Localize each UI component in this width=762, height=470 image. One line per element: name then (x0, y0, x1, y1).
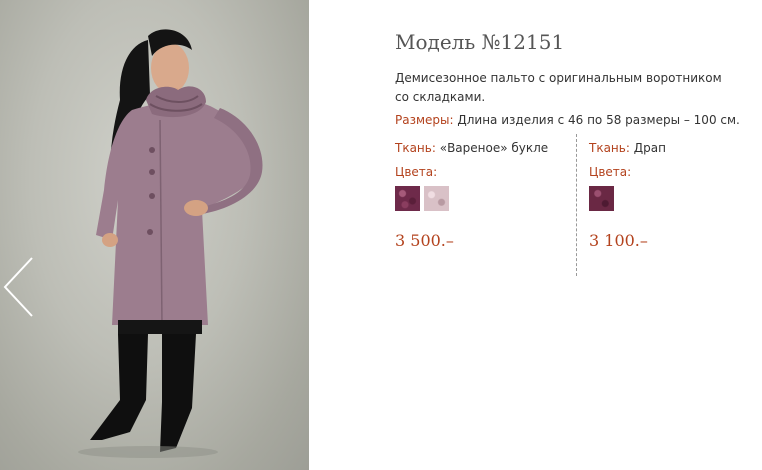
fabric-value: «Вареное» букле (435, 141, 549, 155)
fabric-line: Ткань: Драп (589, 141, 762, 155)
swatch-dark-plum[interactable] (395, 186, 420, 211)
previous-arrow-icon[interactable] (2, 256, 34, 318)
variant-boucle: Ткань: «Вареное» букле Цвета: 3 500.– (395, 141, 575, 250)
sizes-value: Длина изделия с 46 по 58 размеры – 100 с… (453, 113, 740, 127)
model-illustration (78, 29, 263, 458)
variant-divider (576, 134, 577, 276)
product-description: Демисезонное пальто с оригинальным ворот… (395, 71, 722, 104)
variant-drap: Ткань: Драп Цвета: 3 100.– (589, 141, 762, 250)
product-title: Модель №12151 (395, 30, 565, 54)
colors-label: Цвета: (589, 165, 632, 179)
colors-label: Цвета: (395, 165, 438, 179)
fabric-label: Ткань: (395, 141, 436, 155)
color-swatches (589, 186, 614, 211)
sizes-label: Размеры: (395, 113, 454, 127)
fabric-label: Ткань: (589, 141, 630, 155)
swatch-plum[interactable] (589, 186, 614, 211)
product-photo (0, 0, 309, 470)
sizes-line: Размеры: Длина изделия с 46 по 58 размер… (395, 113, 740, 127)
price: 3 100.– (589, 231, 648, 250)
swatch-light-pink[interactable] (424, 186, 449, 211)
fabric-value: Драп (629, 141, 666, 155)
color-swatches (395, 186, 449, 211)
fabric-line: Ткань: «Вареное» букле (395, 141, 575, 155)
price: 3 500.– (395, 231, 454, 250)
